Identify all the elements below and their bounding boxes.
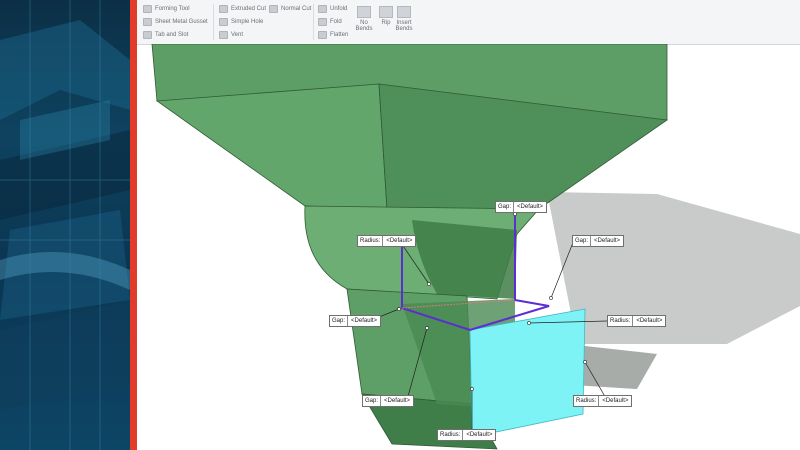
red-stripe	[130, 0, 137, 450]
simple-hole-icon	[219, 18, 228, 26]
cad-viewport[interactable]: Forming Tool Sheet Metal Gusset Tab and …	[137, 0, 800, 450]
hopper-left-face	[155, 83, 388, 210]
unfold-button[interactable]: Unfold	[318, 5, 347, 13]
vent-button[interactable]: Vent	[219, 31, 243, 39]
ribbon-separator	[213, 4, 214, 40]
sheet-metal-gusset-button[interactable]: Sheet Metal Gusset	[143, 18, 208, 26]
extruded-cut-icon	[219, 5, 228, 13]
gusset-icon	[143, 18, 152, 26]
forming-tool-button[interactable]: Forming Tool	[143, 5, 190, 13]
normal-cut-icon	[269, 5, 278, 13]
extruded-cut-button[interactable]: Extruded Cut	[219, 5, 266, 13]
ribbon-toolbar: Forming Tool Sheet Metal Gusset Tab and …	[137, 0, 800, 45]
radius-callout[interactable]: Radius: <Default>	[607, 315, 667, 327]
unfold-icon	[318, 5, 327, 13]
flatten-icon	[318, 31, 327, 39]
fold-button[interactable]: Fold	[318, 18, 342, 26]
sheet-metal-model[interactable]	[137, 44, 800, 450]
radius-callout[interactable]: Radius: <Default>	[573, 395, 633, 407]
tab-slot-icon	[143, 31, 152, 39]
vent-icon	[219, 31, 228, 39]
background-pattern	[0, 0, 130, 450]
gap-callout[interactable]: Gap: <Default>	[362, 395, 415, 407]
background-panel	[0, 0, 130, 450]
insert-bends-icon	[397, 6, 411, 18]
gap-callout[interactable]: Gap: <Default>	[495, 201, 548, 213]
simple-hole-button[interactable]: Simple Hole	[219, 18, 263, 26]
no-bends-icon	[357, 6, 371, 18]
fold-icon	[318, 18, 327, 26]
gap-callout[interactable]: Gap: <Default>	[572, 235, 625, 247]
gap-callout[interactable]: Gap: <Default>	[329, 315, 382, 327]
radius-callout[interactable]: Radius: <Default>	[437, 429, 497, 441]
ribbon-separator	[313, 4, 314, 40]
forming-tool-icon	[143, 5, 152, 13]
normal-cut-button[interactable]: Normal Cut	[269, 5, 311, 13]
tab-and-slot-button[interactable]: Tab and Slot	[143, 31, 188, 39]
insert-bends-button[interactable]: Insert Bends	[389, 6, 419, 32]
selected-face[interactable]	[469, 308, 586, 438]
radius-callout[interactable]: Radius: <Default>	[357, 235, 417, 247]
flatten-button[interactable]: Flatten	[318, 31, 348, 39]
